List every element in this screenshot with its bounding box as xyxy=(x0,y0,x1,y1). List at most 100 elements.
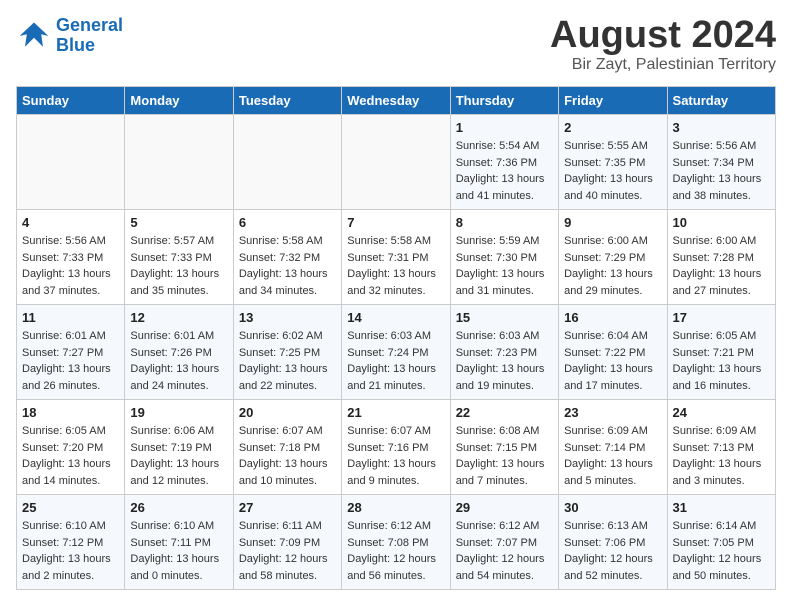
day-header-wednesday: Wednesday xyxy=(342,87,450,115)
calendar-cell: 27 Sunrise: 6:11 AM Sunset: 7:09 PM Dayli… xyxy=(233,495,341,590)
cell-day-number: 1 xyxy=(456,120,553,135)
cell-day-number: 22 xyxy=(456,405,553,420)
calendar-cell: 4 Sunrise: 5:56 AM Sunset: 7:33 PM Daylig… xyxy=(17,210,125,305)
calendar-cell: 30Sunrise: 6:13 AM Sunset: 7:06 PM Dayli… xyxy=(559,495,667,590)
calendar-cell: 10 Sunrise: 6:00 AM Sunset: 7:28 PM Dayli… xyxy=(667,210,775,305)
calendar-cell: 2 Sunrise: 5:55 AM Sunset: 7:35 PM Daylig… xyxy=(559,115,667,210)
cell-day-number: 17 xyxy=(673,310,770,325)
calendar-cell: 20Sunrise: 6:07 AM Sunset: 7:18 PM Dayli… xyxy=(233,400,341,495)
calendar-cell: 1 Sunrise: 5:54 AM Sunset: 7:36 PM Daylig… xyxy=(450,115,558,210)
day-header-monday: Monday xyxy=(125,87,233,115)
cell-info: Sunrise: 5:59 AM Sunset: 7:30 PM Dayligh… xyxy=(456,233,553,299)
cell-info: Sunrise: 5:56 AM Sunset: 7:34 PM Dayligh… xyxy=(673,138,770,204)
cell-day-number: 10 xyxy=(673,215,770,230)
calendar-cell: 12Sunrise: 6:01 AM Sunset: 7:26 PM Dayli… xyxy=(125,305,233,400)
calendar-cell: 24 Sunrise: 6:09 AM Sunset: 7:13 PM Dayli… xyxy=(667,400,775,495)
calendar-cell: 16 Sunrise: 6:04 AM Sunset: 7:22 PM Dayli… xyxy=(559,305,667,400)
cell-day-number: 2 xyxy=(564,120,661,135)
cell-info: Sunrise: 6:13 AM Sunset: 7:06 PM Dayligh… xyxy=(564,518,661,584)
cell-info: Sunrise: 6:09 AM Sunset: 7:14 PM Dayligh… xyxy=(564,423,661,489)
calendar-week-row: 11 Sunrise: 6:01 AM Sunset: 7:27 PM Dayli… xyxy=(17,305,776,400)
calendar-cell: 15Sunrise: 6:03 AM Sunset: 7:23 PM Dayli… xyxy=(450,305,558,400)
subtitle: Bir Zayt, Palestinian Territory xyxy=(550,56,776,74)
calendar-week-row: 4 Sunrise: 5:56 AM Sunset: 7:33 PM Daylig… xyxy=(17,210,776,305)
cell-info: Sunrise: 6:07 AM Sunset: 7:16 PM Dayligh… xyxy=(347,423,444,489)
cell-info: Sunrise: 6:11 AM Sunset: 7:09 PM Dayligh… xyxy=(239,518,336,584)
cell-day-number: 4 xyxy=(22,215,119,230)
cell-day-number: 5 xyxy=(130,215,227,230)
cell-info: Sunrise: 6:12 AM Sunset: 7:07 PM Dayligh… xyxy=(456,518,553,584)
day-header-tuesday: Tuesday xyxy=(233,87,341,115)
cell-day-number: 8 xyxy=(456,215,553,230)
cell-info: Sunrise: 6:09 AM Sunset: 7:13 PM Dayligh… xyxy=(673,423,770,489)
cell-day-number: 6 xyxy=(239,215,336,230)
calendar-cell: 22 Sunrise: 6:08 AM Sunset: 7:15 PM Dayli… xyxy=(450,400,558,495)
calendar-cell: 19 Sunrise: 6:06 AM Sunset: 7:19 PM Dayli… xyxy=(125,400,233,495)
cell-info: Sunrise: 6:04 AM Sunset: 7:22 PM Dayligh… xyxy=(564,328,661,394)
logo-icon xyxy=(16,18,52,54)
cell-day-number: 7 xyxy=(347,215,444,230)
cell-info: Sunrise: 5:58 AM Sunset: 7:32 PM Dayligh… xyxy=(239,233,336,299)
logo-text: General Blue xyxy=(56,16,123,56)
cell-info: Sunrise: 5:55 AM Sunset: 7:35 PM Dayligh… xyxy=(564,138,661,204)
calendar-cell: 23 Sunrise: 6:09 AM Sunset: 7:14 PM Dayli… xyxy=(559,400,667,495)
cell-info: Sunrise: 6:00 AM Sunset: 7:29 PM Dayligh… xyxy=(564,233,661,299)
cell-day-number: 27 xyxy=(239,500,336,515)
cell-day-number: 9 xyxy=(564,215,661,230)
cell-info: Sunrise: 6:01 AM Sunset: 7:27 PM Dayligh… xyxy=(22,328,119,394)
cell-info: Sunrise: 6:06 AM Sunset: 7:19 PM Dayligh… xyxy=(130,423,227,489)
cell-day-number: 16 xyxy=(564,310,661,325)
calendar-cell: 29 Sunrise: 6:12 AM Sunset: 7:07 PM Dayli… xyxy=(450,495,558,590)
cell-day-number: 24 xyxy=(673,405,770,420)
main-title: August 2024 xyxy=(550,16,776,54)
calendar-cell: 9 Sunrise: 6:00 AM Sunset: 7:29 PM Daylig… xyxy=(559,210,667,305)
calendar-cell: 21Sunrise: 6:07 AM Sunset: 7:16 PM Dayli… xyxy=(342,400,450,495)
day-header-thursday: Thursday xyxy=(450,87,558,115)
logo: General Blue xyxy=(16,16,123,56)
cell-info: Sunrise: 6:02 AM Sunset: 7:25 PM Dayligh… xyxy=(239,328,336,394)
cell-day-number: 20 xyxy=(239,405,336,420)
calendar-cell: 17Sunrise: 6:05 AM Sunset: 7:21 PM Dayli… xyxy=(667,305,775,400)
page-header: General Blue August 2024 Bir Zayt, Pales… xyxy=(16,16,776,74)
cell-info: Sunrise: 6:08 AM Sunset: 7:15 PM Dayligh… xyxy=(456,423,553,489)
calendar-cell: 5 Sunrise: 5:57 AM Sunset: 7:33 PM Daylig… xyxy=(125,210,233,305)
cell-info: Sunrise: 5:56 AM Sunset: 7:33 PM Dayligh… xyxy=(22,233,119,299)
calendar-cell: 28 Sunrise: 6:12 AM Sunset: 7:08 PM Dayli… xyxy=(342,495,450,590)
calendar-cell: 25Sunrise: 6:10 AM Sunset: 7:12 PM Dayli… xyxy=(17,495,125,590)
cell-info: Sunrise: 6:12 AM Sunset: 7:08 PM Dayligh… xyxy=(347,518,444,584)
calendar-cell xyxy=(342,115,450,210)
calendar-cell: 18Sunrise: 6:05 AM Sunset: 7:20 PM Dayli… xyxy=(17,400,125,495)
calendar-cell xyxy=(233,115,341,210)
cell-info: Sunrise: 5:58 AM Sunset: 7:31 PM Dayligh… xyxy=(347,233,444,299)
cell-day-number: 18 xyxy=(22,405,119,420)
cell-info: Sunrise: 6:00 AM Sunset: 7:28 PM Dayligh… xyxy=(673,233,770,299)
calendar-cell xyxy=(125,115,233,210)
logo-line1: General xyxy=(56,15,123,35)
calendar-cell: 11 Sunrise: 6:01 AM Sunset: 7:27 PM Dayli… xyxy=(17,305,125,400)
cell-info: Sunrise: 5:54 AM Sunset: 7:36 PM Dayligh… xyxy=(456,138,553,204)
cell-info: Sunrise: 5:57 AM Sunset: 7:33 PM Dayligh… xyxy=(130,233,227,299)
cell-day-number: 25 xyxy=(22,500,119,515)
calendar-cell: 3 Sunrise: 5:56 AM Sunset: 7:34 PM Daylig… xyxy=(667,115,775,210)
title-block: August 2024 Bir Zayt, Palestinian Territ… xyxy=(550,16,776,74)
cell-day-number: 23 xyxy=(564,405,661,420)
cell-day-number: 14 xyxy=(347,310,444,325)
cell-day-number: 29 xyxy=(456,500,553,515)
calendar-week-row: 18Sunrise: 6:05 AM Sunset: 7:20 PM Dayli… xyxy=(17,400,776,495)
calendar-cell: 31Sunrise: 6:14 AM Sunset: 7:05 PM Dayli… xyxy=(667,495,775,590)
calendar-week-row: 1 Sunrise: 5:54 AM Sunset: 7:36 PM Daylig… xyxy=(17,115,776,210)
calendar-table: SundayMondayTuesdayWednesdayThursdayFrid… xyxy=(16,86,776,590)
cell-day-number: 11 xyxy=(22,310,119,325)
day-header-friday: Friday xyxy=(559,87,667,115)
cell-day-number: 3 xyxy=(673,120,770,135)
calendar-cell: 6 Sunrise: 5:58 AM Sunset: 7:32 PM Daylig… xyxy=(233,210,341,305)
cell-day-number: 15 xyxy=(456,310,553,325)
calendar-cell: 13Sunrise: 6:02 AM Sunset: 7:25 PM Dayli… xyxy=(233,305,341,400)
cell-day-number: 28 xyxy=(347,500,444,515)
cell-info: Sunrise: 6:01 AM Sunset: 7:26 PM Dayligh… xyxy=(130,328,227,394)
calendar-cell xyxy=(17,115,125,210)
cell-day-number: 31 xyxy=(673,500,770,515)
calendar-week-row: 25Sunrise: 6:10 AM Sunset: 7:12 PM Dayli… xyxy=(17,495,776,590)
calendar-cell: 8 Sunrise: 5:59 AM Sunset: 7:30 PM Daylig… xyxy=(450,210,558,305)
cell-day-number: 19 xyxy=(130,405,227,420)
